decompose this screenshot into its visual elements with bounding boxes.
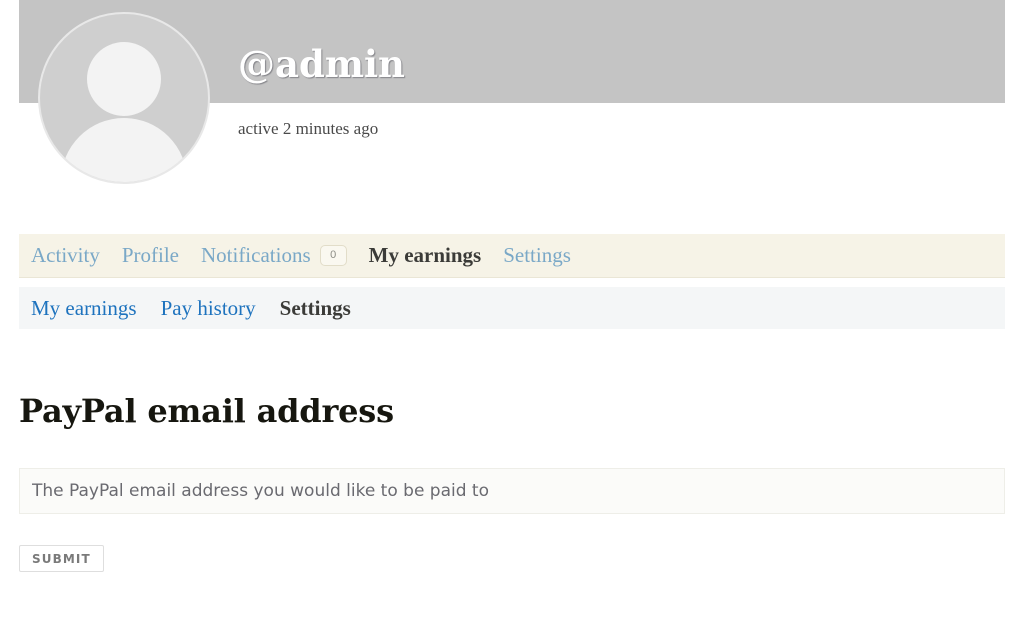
submit-button[interactable]: SUBMIT (19, 545, 104, 572)
nav-item-notifications[interactable]: Notifications 0 (201, 243, 347, 268)
subnav-item-pay-history[interactable]: Pay history (161, 296, 256, 321)
avatar-head-shape (87, 42, 161, 116)
section-title: PayPal email address (19, 392, 394, 430)
nav-item-my-earnings[interactable]: My earnings (369, 243, 482, 268)
subnav-item-my-earnings[interactable]: My earnings (31, 296, 137, 321)
nav-item-activity[interactable]: Activity (31, 243, 100, 268)
secondary-nav: My earnings Pay history Settings (19, 287, 1005, 329)
paypal-email-input[interactable] (19, 468, 1005, 514)
profile-page: @admin active 2 minutes ago Activity Pro… (0, 0, 1024, 625)
avatar[interactable] (38, 12, 210, 184)
nav-item-label: Profile (121, 243, 179, 267)
nav-item-label: My earnings (368, 243, 482, 267)
nav-item-profile[interactable]: Profile (122, 243, 179, 268)
nav-item-label: Settings (503, 243, 571, 267)
notifications-count-badge: 0 (319, 245, 347, 266)
main-content: PayPal email address SUBMIT (19, 360, 1005, 572)
nav-item-label: Activity (31, 243, 100, 267)
avatar-body-shape (61, 118, 187, 182)
subnav-item-settings[interactable]: Settings (280, 296, 351, 321)
last-active-status: active 2 minutes ago (238, 119, 379, 138)
page-title: @admin (238, 42, 405, 86)
nav-item-label: Notifications (200, 243, 311, 267)
nav-item-settings[interactable]: Settings (503, 243, 571, 268)
primary-nav: Activity Profile Notifications 0 My earn… (19, 234, 1005, 278)
